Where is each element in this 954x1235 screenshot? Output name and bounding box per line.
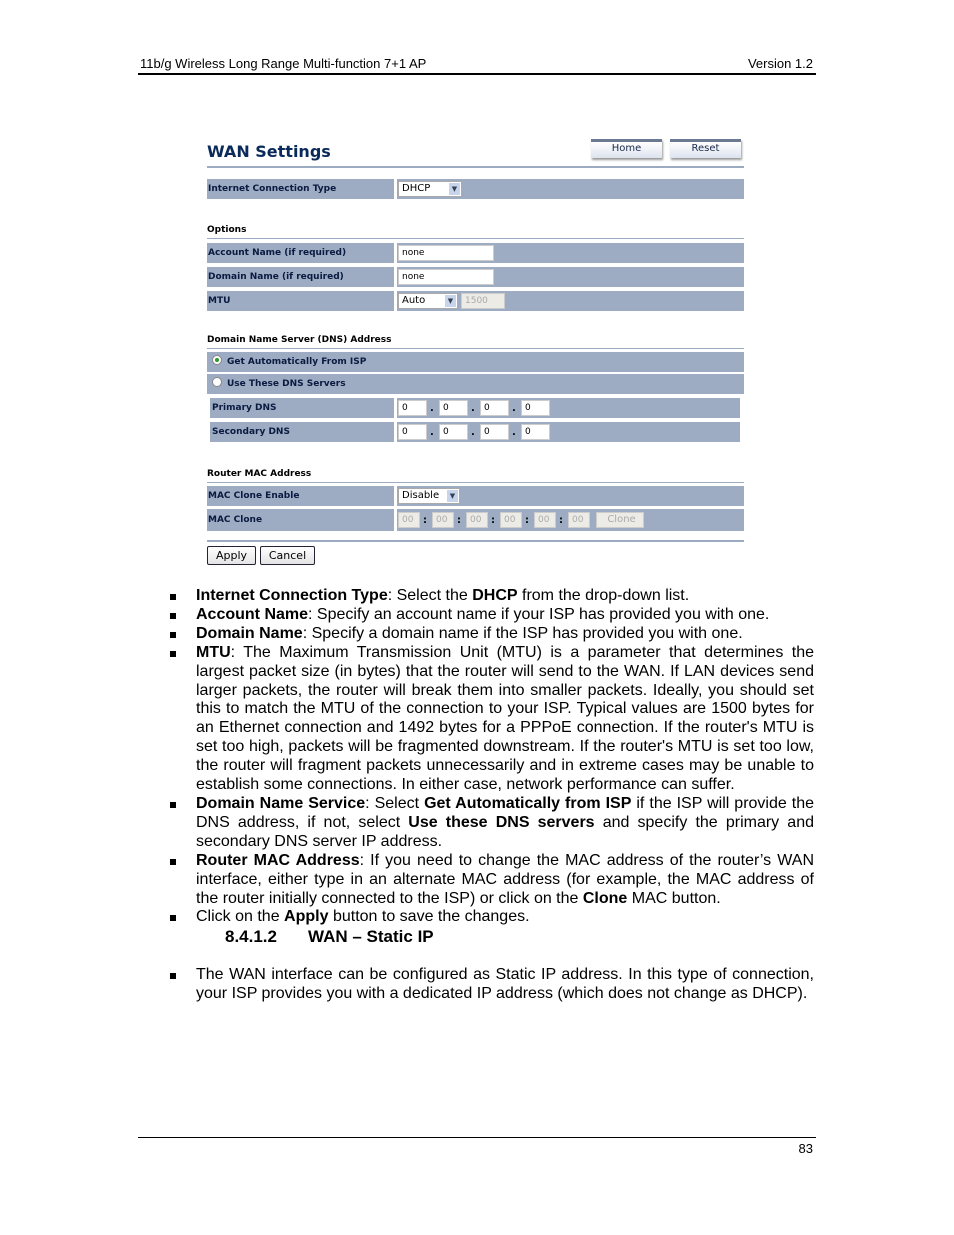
mac-octet-1[interactable]: 00: [398, 512, 420, 528]
secondary-dns-octet-2[interactable]: 0: [439, 424, 468, 440]
home-button[interactable]: Home: [591, 139, 662, 158]
connection-type-select[interactable]: DHCP ▼: [398, 181, 462, 197]
secondary-dns-octet-1[interactable]: 0: [398, 424, 427, 440]
list-item: Domain Name Service: Select Get Automati…: [168, 795, 814, 852]
reset-button[interactable]: Reset: [670, 139, 741, 158]
bullet-icon: [170, 801, 176, 808]
radio-unselected-icon[interactable]: [212, 377, 222, 387]
clone-button[interactable]: Clone: [596, 512, 644, 528]
list-item: Click on the Apply button to save the ch…: [168, 908, 814, 927]
account-name-label: Account Name (if required): [207, 243, 394, 263]
secondary-dns-row: Secondary DNS 0. 0. 0. 0: [210, 422, 740, 442]
mtu-row: MTU Auto ▼ 1500: [207, 291, 744, 311]
options-divider: [207, 238, 744, 239]
mac-clone-row: MAC Clone 00: 00: 00: 00: 00: 00 Clone: [207, 509, 744, 531]
mtu-value-input[interactable]: 1500: [461, 293, 505, 309]
mtu-label: MTU: [207, 291, 394, 311]
list-item: The WAN interface can be configured as S…: [168, 966, 814, 1004]
chevron-down-icon: ▼: [449, 183, 460, 195]
chevron-down-icon: ▼: [447, 490, 458, 502]
header-divider: [138, 73, 816, 75]
mac-clone-enable-label: MAC Clone Enable: [207, 486, 394, 506]
bullet-icon: [170, 612, 176, 619]
list-item: Internet Connection Type: Select the DHC…: [168, 587, 814, 606]
dns-manual-option[interactable]: Use These DNS Servers: [207, 374, 744, 394]
dns-heading: Domain Name Server (DNS) Address: [207, 335, 392, 345]
settings-description-list: Internet Connection Type: Select the DHC…: [168, 587, 814, 927]
dns-divider: [207, 348, 744, 349]
domain-name-label: Domain Name (if required): [207, 267, 394, 287]
primary-dns-octet-4[interactable]: 0: [521, 400, 550, 416]
primary-dns-octet-2[interactable]: 0: [439, 400, 468, 416]
bullet-icon: [170, 915, 176, 922]
footer-divider: [138, 1137, 816, 1138]
options-heading: Options: [207, 225, 247, 235]
secondary-dns-octet-4[interactable]: 0: [521, 424, 550, 440]
mac-octet-5[interactable]: 00: [534, 512, 556, 528]
document-body: Internet Connection Type: Select the DHC…: [168, 587, 814, 1004]
page-title: WAN Settings: [207, 142, 331, 161]
primary-dns-row: Primary DNS 0. 0. 0. 0: [210, 398, 740, 418]
bullet-icon: [170, 858, 176, 865]
mac-octet-4[interactable]: 00: [500, 512, 522, 528]
page-number: 83: [798, 1141, 813, 1156]
chevron-down-icon: ▼: [445, 295, 456, 307]
list-item: MTU: The Maximum Transmission Unit (MTU)…: [168, 644, 814, 795]
bullet-icon: [170, 973, 176, 980]
mac-clone-enable-row: MAC Clone Enable Disable ▼: [207, 486, 744, 506]
mac-octet-6[interactable]: 00: [568, 512, 590, 528]
connection-type-row: Internet Connection Type DHCP ▼: [207, 179, 744, 199]
bullet-icon: [170, 631, 176, 638]
primary-dns-octet-1[interactable]: 0: [398, 400, 427, 416]
mac-divider: [207, 482, 744, 483]
router-mac-heading: Router MAC Address: [207, 469, 312, 479]
primary-dns-octet-3[interactable]: 0: [480, 400, 509, 416]
secondary-dns-label: Secondary DNS: [210, 422, 394, 442]
mac-clone-label: MAC Clone: [207, 509, 394, 531]
section-number: 8.4.1.2: [225, 927, 277, 947]
primary-dns-label: Primary DNS: [210, 398, 394, 418]
mtu-mode-select[interactable]: Auto ▼: [398, 293, 458, 309]
document-version: Version 1.2: [747, 56, 813, 71]
section-title: WAN – Static IP: [308, 927, 434, 947]
radio-selected-icon[interactable]: [212, 355, 222, 365]
bullet-icon: [170, 650, 176, 657]
document-header-title: 11b/g Wireless Long Range Multi-function…: [140, 56, 427, 71]
mac-clone-enable-select[interactable]: Disable ▼: [398, 488, 460, 504]
secondary-dns-octet-3[interactable]: 0: [480, 424, 509, 440]
bullet-icon: [170, 594, 176, 600]
wan-settings-screenshot: WAN Settings Home Reset Internet Connect…: [207, 130, 744, 570]
form-bottom-divider: [207, 540, 744, 542]
domain-name-input[interactable]: none: [398, 269, 494, 285]
apply-button[interactable]: Apply: [207, 546, 256, 565]
connection-type-label: Internet Connection Type: [207, 179, 394, 199]
list-item: Domain Name: Specify a domain name if th…: [168, 625, 814, 644]
section-heading: 8.4.1.2 WAN – Static IP: [168, 927, 814, 947]
mac-octet-2[interactable]: 00: [432, 512, 454, 528]
dns-auto-option[interactable]: Get Automatically From ISP: [207, 352, 744, 372]
list-item: Router MAC Address: If you need to chang…: [168, 852, 814, 909]
mac-octet-3[interactable]: 00: [466, 512, 488, 528]
domain-name-row: Domain Name (if required) none: [207, 267, 744, 287]
account-name-input[interactable]: none: [398, 245, 494, 261]
account-name-row: Account Name (if required) none: [207, 243, 744, 263]
cancel-button[interactable]: Cancel: [260, 546, 315, 565]
title-divider: [207, 166, 744, 168]
list-item: Account Name: Specify an account name if…: [168, 606, 814, 625]
